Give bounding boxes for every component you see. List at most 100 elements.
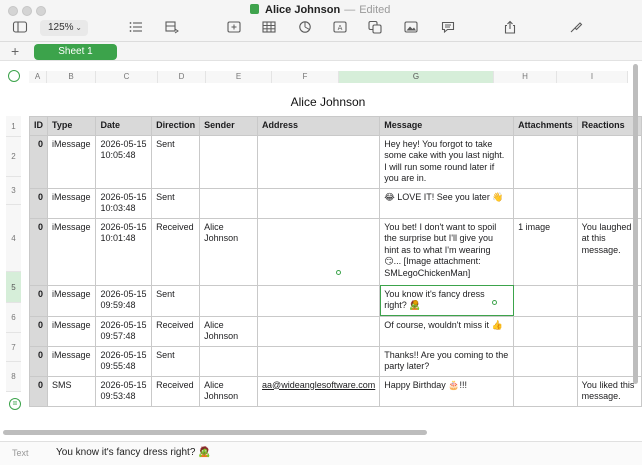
format-brush-icon[interactable] xyxy=(568,20,584,34)
cell-direction[interactable]: Sent xyxy=(151,134,201,189)
cell-type[interactable]: SMS xyxy=(46,375,97,407)
cell-attachments[interactable] xyxy=(513,134,578,189)
cell-type[interactable]: iMessage xyxy=(46,134,97,189)
cell-sender[interactable] xyxy=(199,284,259,317)
cell-attachments[interactable] xyxy=(513,315,578,347)
cell-sender[interactable]: Alice Johnson xyxy=(199,375,259,407)
cell-address[interactable] xyxy=(257,345,381,377)
column-header-f[interactable]: F xyxy=(272,71,339,83)
cell-direction[interactable]: Sent xyxy=(151,345,201,377)
column-header-d[interactable]: D xyxy=(158,71,206,83)
cell-date[interactable]: 2026-05-15 09:53:48 xyxy=(95,375,153,407)
add-row-button[interactable]: = xyxy=(9,398,21,410)
cell-message[interactable]: Happy Birthday 🎂!!! xyxy=(379,375,515,407)
tab-sheet-1[interactable]: Sheet 1 xyxy=(34,44,117,60)
cell-reactions[interactable] xyxy=(576,345,642,377)
cell-date[interactable]: 2026-05-15 10:05:48 xyxy=(95,134,153,189)
cell-type[interactable]: iMessage xyxy=(46,187,97,219)
media-icon[interactable] xyxy=(403,20,419,34)
cell-address[interactable] xyxy=(257,187,381,219)
header-cell-sender[interactable]: Sender xyxy=(199,116,259,136)
spreadsheet-canvas[interactable]: A B C D E F G H I 1 2 3 4 5 6 7 8 Alice … xyxy=(0,61,642,435)
cell-sender[interactable]: Alice Johnson xyxy=(199,315,259,347)
cell-type[interactable]: iMessage xyxy=(46,315,97,347)
zoom-window-button[interactable] xyxy=(36,6,46,16)
column-header-a[interactable]: A xyxy=(29,71,47,83)
cell-attachments[interactable]: 1 image xyxy=(513,217,578,286)
row-header-1[interactable]: 1 xyxy=(6,116,21,137)
insert-icon[interactable] xyxy=(226,20,242,34)
cell-direction[interactable]: Sent xyxy=(151,284,201,317)
column-header-g[interactable]: G xyxy=(339,71,494,83)
cell-reactions[interactable]: You liked this message. xyxy=(576,375,642,407)
selection-handle-corner[interactable] xyxy=(492,300,497,305)
zoom-select[interactable]: 125% ⌄ xyxy=(40,20,88,36)
cell-address[interactable] xyxy=(257,315,381,347)
cell-date[interactable]: 2026-05-15 10:03:48 xyxy=(95,187,153,219)
cell-address[interactable] xyxy=(257,217,381,286)
column-header-c[interactable]: C xyxy=(96,71,158,83)
cell-date[interactable]: 2026-05-15 09:57:48 xyxy=(95,315,153,347)
row-header-3[interactable]: 3 xyxy=(6,177,21,205)
chart-icon[interactable] xyxy=(297,20,313,34)
row-header-5[interactable]: 5 xyxy=(6,272,21,303)
text-icon[interactable]: A xyxy=(332,20,348,34)
cell-date[interactable]: 2026-05-15 10:01:48 xyxy=(95,217,153,286)
header-cell-date[interactable]: Date xyxy=(95,116,153,136)
cell-id[interactable]: 0 xyxy=(29,187,48,219)
cell-address[interactable] xyxy=(257,284,381,317)
minimize-window-button[interactable] xyxy=(22,6,32,16)
cell-type[interactable]: iMessage xyxy=(46,217,97,286)
cell-type[interactable]: iMessage xyxy=(46,284,97,317)
cell-id[interactable]: 0 xyxy=(29,345,48,377)
add-sheet-button[interactable]: + xyxy=(11,42,19,60)
selection-handle-top[interactable] xyxy=(336,270,341,275)
cell-address[interactable] xyxy=(257,134,381,189)
horizontal-scrollbar[interactable] xyxy=(3,430,427,435)
vertical-scrollbar[interactable] xyxy=(633,64,638,384)
cell-sender[interactable] xyxy=(199,345,259,377)
list-icon[interactable] xyxy=(128,20,144,34)
cell-address[interactable]: aa@wideanglesoftware.com xyxy=(257,375,381,407)
column-header-e[interactable]: E xyxy=(206,71,272,83)
email-link[interactable]: aa@wideanglesoftware.com xyxy=(262,380,375,390)
select-all-button[interactable] xyxy=(8,70,20,82)
cell-message[interactable]: You bet! I don't want to spoil the surpr… xyxy=(379,217,515,286)
table-icon[interactable] xyxy=(261,20,277,34)
cell-direction[interactable]: Received xyxy=(151,375,201,407)
header-cell-attachments[interactable]: Attachments xyxy=(513,116,578,136)
table-insert-icon[interactable] xyxy=(164,20,180,34)
cell-sender[interactable] xyxy=(199,134,259,189)
cell-reactions[interactable] xyxy=(576,134,642,189)
cell-id[interactable]: 0 xyxy=(29,134,48,189)
cell-attachments[interactable] xyxy=(513,345,578,377)
cell-attachments[interactable] xyxy=(513,284,578,317)
cell-type[interactable]: iMessage xyxy=(46,345,97,377)
selection-handle-bottom[interactable] xyxy=(413,300,418,305)
comment-icon[interactable] xyxy=(440,20,456,34)
cell-reactions[interactable] xyxy=(576,187,642,219)
row-header-7[interactable]: 7 xyxy=(6,333,21,362)
table-title[interactable]: Alice Johnson xyxy=(28,95,628,109)
row-header-2[interactable]: 2 xyxy=(6,137,21,177)
cell-direction[interactable]: Sent xyxy=(151,187,201,219)
shape-icon[interactable] xyxy=(367,20,383,34)
cell-attachments[interactable] xyxy=(513,187,578,219)
row-header-6[interactable]: 6 xyxy=(6,303,21,333)
sidebar-icon[interactable] xyxy=(12,20,28,34)
cell-sender[interactable]: Alice Johnson xyxy=(199,217,259,286)
column-header-b[interactable]: B xyxy=(47,71,96,83)
header-cell-direction[interactable]: Direction xyxy=(151,116,201,136)
cell-content-field[interactable]: You know it's fancy dress right? 🧟 xyxy=(56,447,211,458)
row-header-4[interactable]: 4 xyxy=(6,205,21,272)
cell-reactions[interactable] xyxy=(576,315,642,347)
row-header-8[interactable]: 8 xyxy=(6,362,21,392)
header-cell-reactions[interactable]: Reactions xyxy=(576,116,642,136)
share-icon[interactable] xyxy=(502,20,518,34)
cell-sender[interactable] xyxy=(199,187,259,219)
cell-message[interactable]: Of course, wouldn't miss it 👍 xyxy=(379,315,515,347)
messages-table[interactable]: ID Type Date Direction Sender Address Me… xyxy=(29,116,642,407)
cell-date[interactable]: 2026-05-15 09:55:48 xyxy=(95,345,153,377)
cell-direction[interactable]: Received xyxy=(151,315,201,347)
cell-direction[interactable]: Received xyxy=(151,217,201,286)
